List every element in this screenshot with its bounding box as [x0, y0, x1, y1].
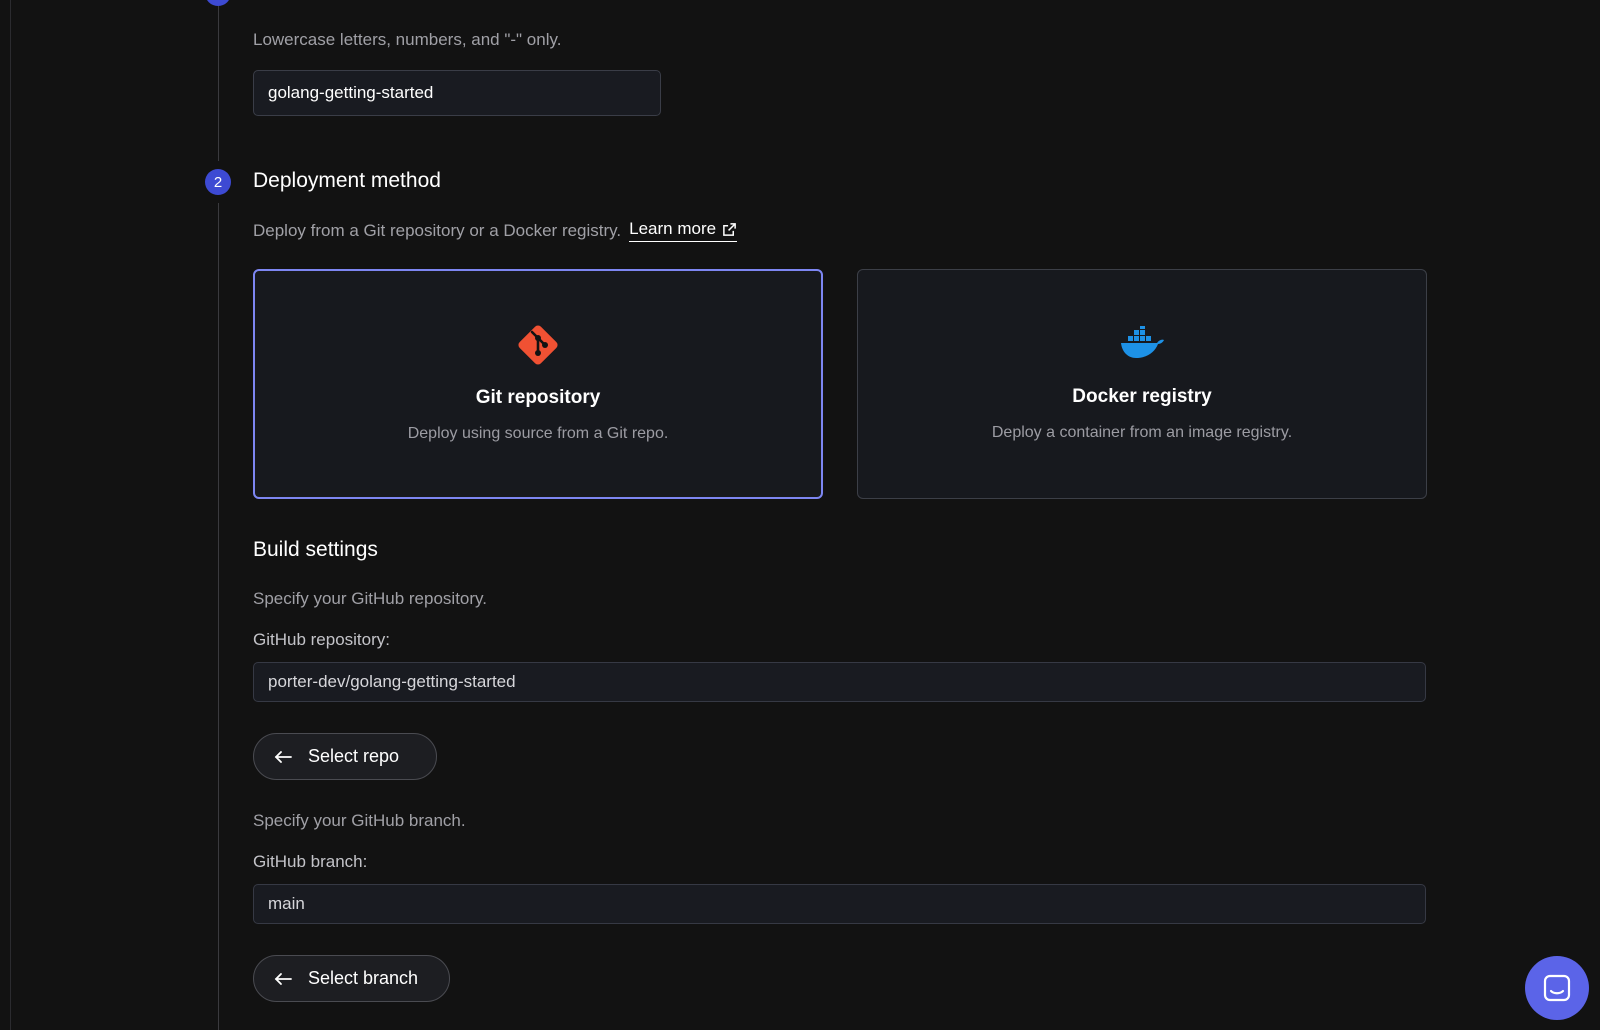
- learn-more-label: Learn more: [629, 219, 717, 238]
- build-settings-title: Build settings: [253, 538, 378, 561]
- select-branch-label: Select branch: [308, 968, 419, 988]
- left-divider: [10, 0, 11, 1030]
- chat-launcher-button[interactable]: [1525, 956, 1589, 1020]
- chat-icon: [1543, 974, 1571, 1002]
- step-1-rail: [218, 6, 219, 161]
- external-link-icon: [723, 222, 736, 236]
- docker-registry-option[interactable]: Docker registry Deploy a container from …: [857, 269, 1427, 499]
- step-2-badge: 2: [205, 169, 231, 195]
- git-icon: [512, 319, 564, 371]
- github-branch-field[interactable]: main: [253, 884, 1426, 924]
- branch-hint: Specify your GitHub branch.: [253, 811, 466, 830]
- repo-label: GitHub repository:: [253, 630, 390, 649]
- docker-registry-description: Deploy a container from an image registr…: [991, 424, 1293, 441]
- github-repository-field[interactable]: porter-dev/golang-getting-started: [253, 662, 1426, 702]
- deployment-method-description: Deploy from a Git repository or a Docker…: [253, 220, 622, 240]
- select-repo-button[interactable]: Select repo: [253, 733, 437, 780]
- step-2-rail: [218, 203, 219, 1030]
- deployment-method-title: Deployment method: [253, 169, 441, 192]
- repo-hint: Specify your GitHub repository.: [253, 589, 487, 608]
- deployment-method-description-row: Deploy from a Git repository or a Docker…: [253, 219, 738, 242]
- learn-more-link[interactable]: Learn more: [629, 219, 738, 242]
- app-name-input[interactable]: golang-getting-started: [253, 70, 661, 116]
- app-name-hint: Lowercase letters, numbers, and "-" only…: [253, 30, 562, 49]
- docker-registry-title: Docker registry: [1072, 386, 1212, 407]
- arrow-left-icon: [274, 750, 292, 763]
- select-branch-button[interactable]: Select branch: [253, 955, 450, 1002]
- docker-icon: [1116, 318, 1168, 370]
- branch-label: GitHub branch:: [253, 852, 368, 871]
- arrow-left-icon: [274, 972, 292, 985]
- git-repository-title: Git repository: [475, 387, 601, 408]
- git-repository-description: Deploy using source from a Git repo.: [407, 425, 669, 442]
- git-repository-option[interactable]: Git repository Deploy using source from …: [253, 269, 823, 499]
- select-repo-label: Select repo: [308, 746, 400, 766]
